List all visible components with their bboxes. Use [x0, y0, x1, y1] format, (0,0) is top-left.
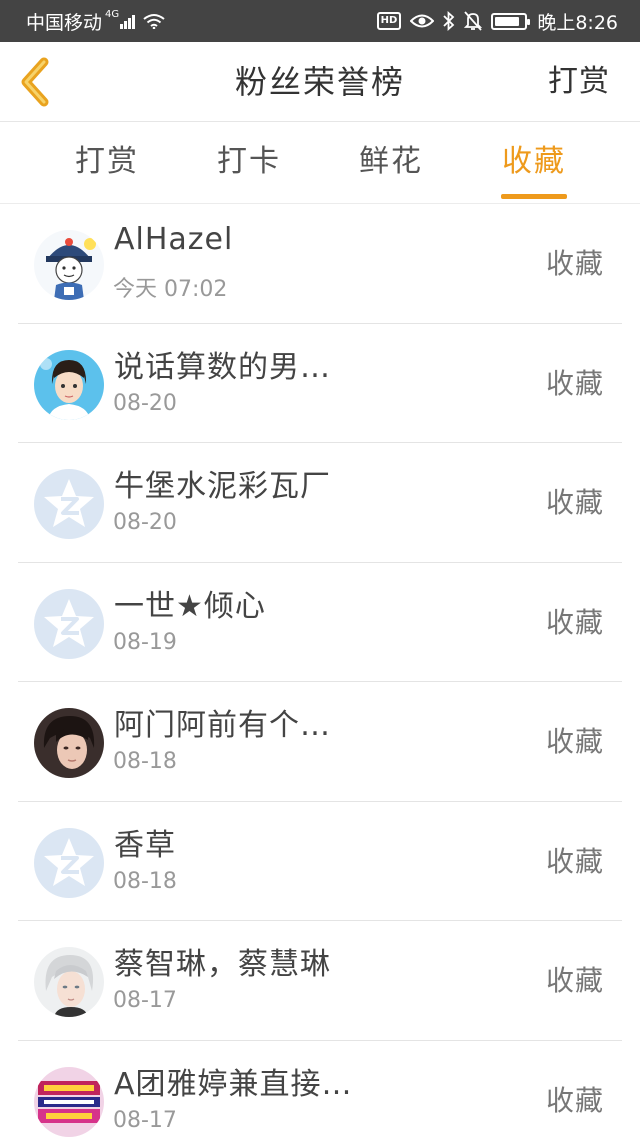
page-title: 粉丝荣誉榜	[234, 63, 405, 101]
list-item[interactable]: 蔡智琳，蔡慧琳 08-17 收藏	[0, 921, 640, 1041]
nav-header: 粉丝荣誉榜 打赏	[0, 42, 640, 122]
status-bar: 中国移动 4G HD 晚上8:26	[0, 0, 640, 42]
mute-bell-icon	[464, 11, 483, 31]
status-left: 中国移动 4G	[26, 0, 165, 42]
item-date: 08-17	[113, 1107, 177, 1133]
avatar	[34, 947, 104, 1017]
avatar	[34, 708, 104, 778]
battery-icon	[491, 12, 531, 30]
avatar	[34, 588, 104, 659]
active-tab-indicator	[501, 194, 567, 199]
tab-favorites[interactable]: 收藏	[474, 122, 594, 202]
default-star-avatar-icon	[34, 588, 104, 659]
tab-bar: 打赏 打卡 鲜花 收藏	[0, 122, 640, 204]
reward-button[interactable]: 打赏	[548, 42, 610, 122]
bluetooth-icon	[443, 11, 455, 31]
user-name: AlHazel	[114, 222, 234, 257]
action-label: 收藏	[545, 1083, 604, 1117]
list-item[interactable]: 一世★倾心 08-19 收藏	[0, 563, 640, 682]
action-label: 收藏	[545, 247, 604, 280]
anime-boy-avatar-icon	[34, 349, 104, 420]
user-name: 香草	[114, 827, 176, 863]
carrier-name: 中国移动	[26, 11, 103, 34]
user-name: 牛堡水泥彩瓦厂	[114, 469, 331, 504]
list-item[interactable]: AlHazel 今天 07:02 收藏	[0, 204, 640, 324]
ad-banner-avatar-icon	[34, 1066, 104, 1137]
action-label: 收藏	[545, 605, 604, 639]
user-name: 说话算数的男…	[114, 349, 331, 385]
default-star-avatar-icon	[34, 469, 104, 539]
user-name: 阿门阿前有个…	[114, 708, 331, 743]
tab-checkin[interactable]: 打卡	[189, 122, 309, 202]
wifi-icon	[143, 14, 165, 29]
action-label: 收藏	[545, 844, 604, 878]
avatar	[34, 469, 104, 539]
favorites-list: AlHazel 今天 07:02 收藏 说话算数的男… 08-20 收藏 牛堡水…	[0, 204, 640, 1138]
clock: 晚上8:26	[537, 11, 618, 34]
silver-hair-avatar-icon	[34, 947, 104, 1017]
item-date: 今天 07:02	[113, 277, 228, 302]
status-right: HD 晚上8:26	[376, 0, 618, 42]
item-date: 08-20	[113, 390, 177, 416]
avatar	[34, 827, 104, 898]
list-item[interactable]: 牛堡水泥彩瓦厂 08-20 收藏	[0, 443, 640, 563]
avatar	[34, 1066, 104, 1137]
tab-flowers[interactable]: 鲜花	[331, 122, 451, 202]
item-date: 08-18	[113, 868, 177, 894]
list-item[interactable]: 香草 08-18 收藏	[0, 802, 640, 921]
hd-icon: HD	[376, 12, 402, 30]
item-date: 08-20	[113, 510, 177, 535]
avatar	[34, 230, 104, 300]
signal-icon	[120, 13, 136, 29]
avatar	[34, 349, 104, 420]
cartoon-official-avatar-icon	[34, 230, 104, 300]
user-name: 一世★倾心	[114, 588, 266, 624]
tab-reward[interactable]: 打赏	[47, 122, 167, 202]
list-item[interactable]: 说话算数的男… 08-20 收藏	[0, 324, 640, 443]
action-label: 收藏	[545, 964, 604, 997]
user-name: A团雅婷兼直接…	[114, 1066, 353, 1102]
action-label: 收藏	[545, 725, 604, 758]
list-item[interactable]: A团雅婷兼直接… 08-17 收藏	[0, 1041, 640, 1138]
user-name: 蔡智琳，蔡慧琳	[114, 947, 331, 982]
default-star-avatar-icon	[34, 827, 104, 898]
action-label: 收藏	[545, 486, 604, 519]
eye-icon	[410, 14, 435, 28]
action-label: 收藏	[545, 366, 604, 400]
network-type: 4G	[105, 8, 120, 20]
item-date: 08-19	[113, 629, 177, 655]
item-date: 08-18	[113, 749, 177, 774]
list-item[interactable]: 阿门阿前有个… 08-18 收藏	[0, 682, 640, 802]
photo-portrait-avatar-icon	[34, 708, 104, 778]
item-date: 08-17	[113, 988, 177, 1013]
